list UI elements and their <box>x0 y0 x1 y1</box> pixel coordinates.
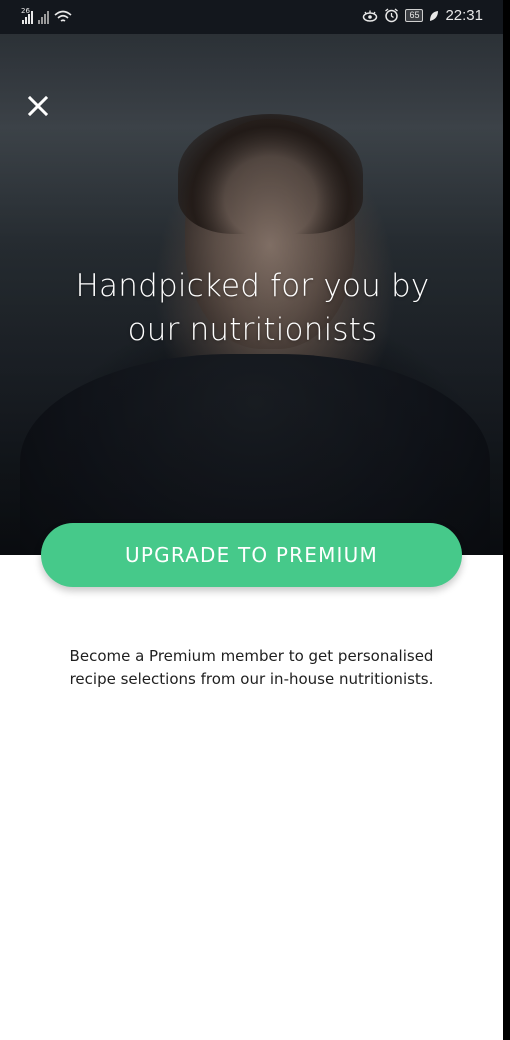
status-left: 26 <box>21 7 72 24</box>
leaf-icon <box>430 10 439 21</box>
upgrade-button[interactable]: UPGRADE TO PREMIUM <box>41 523 462 587</box>
status-right: 65 22:31 <box>362 7 483 24</box>
screen-edge <box>503 0 510 1040</box>
battery-icon: 65 <box>405 9 424 22</box>
status-bar: 26 65 22:31 <box>0 0 503 34</box>
hero-title: Handpicked for you by our nutritionists <box>40 264 465 352</box>
status-time: 22:31 <box>445 7 483 24</box>
hero-title-line2: our nutritionists <box>127 312 378 348</box>
signal-icon: 26 <box>21 7 33 24</box>
network-label: 26 <box>21 7 30 15</box>
description-line1: Become a Premium member to get personali… <box>69 647 434 665</box>
premium-description: Become a Premium member to get personali… <box>40 645 463 691</box>
hero-title-line1: Handpicked for you by <box>75 268 430 304</box>
eye-comfort-icon <box>363 10 378 22</box>
alarm-icon <box>385 8 399 23</box>
screen: 26 65 22:31 Handpicked for you by our nu… <box>0 0 503 1040</box>
hero-image: Handpicked for you by our nutritionists <box>0 34 503 555</box>
signal-icon-dim <box>38 10 49 24</box>
description-line2: recipe selections from our in-house nutr… <box>69 670 434 688</box>
wifi-icon <box>54 10 72 22</box>
close-icon[interactable] <box>26 94 50 118</box>
